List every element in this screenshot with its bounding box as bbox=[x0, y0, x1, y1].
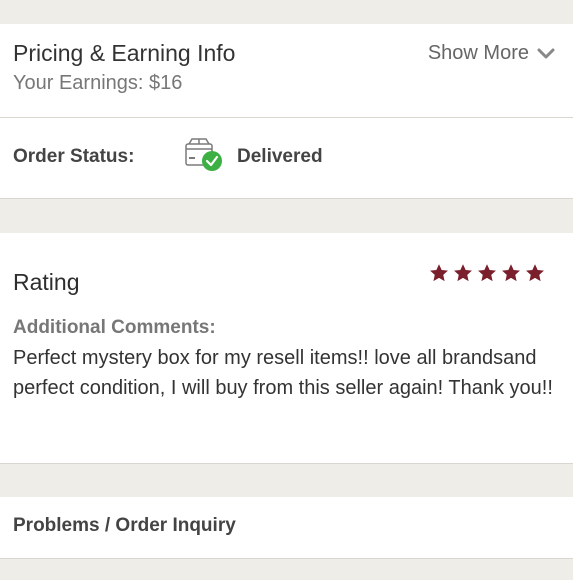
star-icon bbox=[501, 263, 521, 283]
star-icon bbox=[453, 263, 473, 283]
earnings-text: Your Earnings: $16 bbox=[13, 72, 183, 94]
comments-label: Additional Comments: bbox=[13, 317, 216, 338]
order-status-card: Order Status: Delivered bbox=[0, 118, 573, 199]
star-rating bbox=[429, 263, 545, 283]
star-icon bbox=[477, 263, 497, 283]
problems-card[interactable]: Problems / Order Inquiry bbox=[0, 497, 573, 559]
show-more-button[interactable]: Show More bbox=[428, 42, 555, 65]
star-icon bbox=[525, 263, 545, 283]
pricing-card: Pricing & Earning Info Your Earnings: $1… bbox=[0, 24, 573, 118]
rating-title: Rating bbox=[13, 269, 80, 295]
order-status-label: Order Status: bbox=[13, 146, 135, 167]
rating-card: Rating Additional Comments: Perfect myst… bbox=[0, 233, 573, 464]
star-icon bbox=[429, 263, 449, 283]
order-status-value: Delivered bbox=[237, 146, 323, 167]
comments-text: Perfect mystery box for my resell items!… bbox=[13, 347, 553, 399]
package-delivered-icon bbox=[185, 138, 223, 172]
chevron-down-icon bbox=[537, 45, 555, 63]
problems-order-inquiry-link[interactable]: Problems / Order Inquiry bbox=[13, 515, 236, 537]
show-more-label: Show More bbox=[427, 42, 529, 64]
pricing-title: Pricing & Earning Info bbox=[13, 40, 236, 66]
